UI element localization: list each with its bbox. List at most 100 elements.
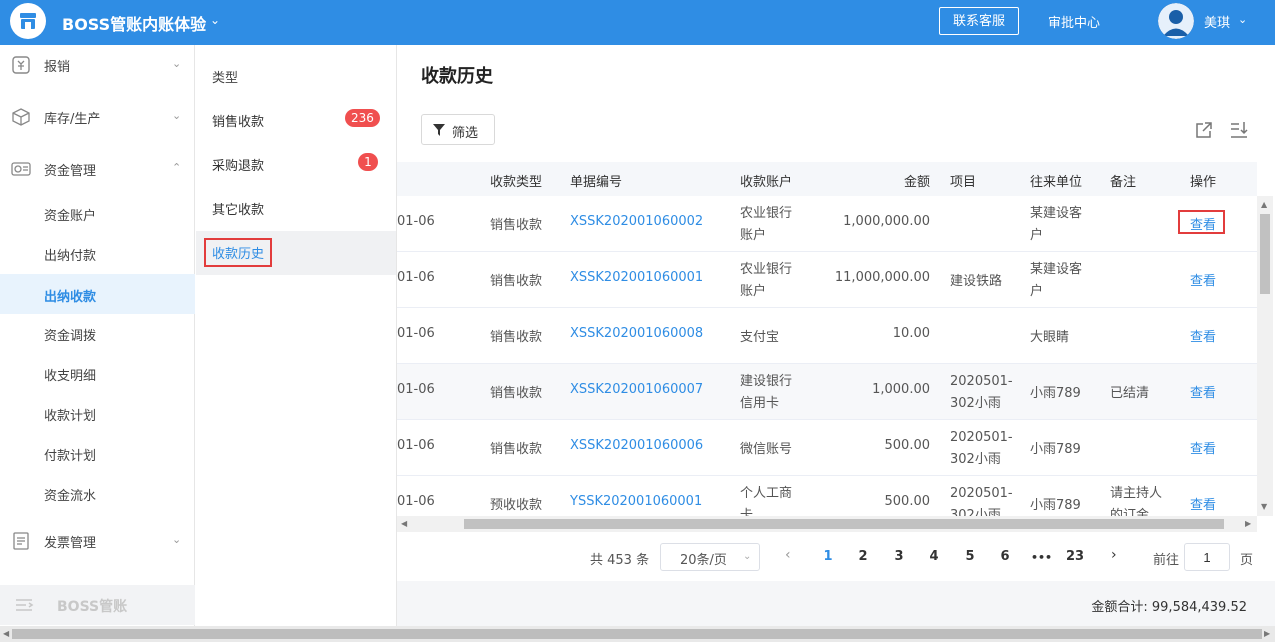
chevron-up-icon: ⌃ [172,161,182,174]
reimburse-icon [12,56,30,74]
filter-button[interactable]: 筛选 [421,114,495,145]
total-count: 共 453 条 [590,553,650,568]
cell-partner: 小雨789 [1030,498,1081,513]
sidebar-item-label: 收款计划 [44,409,97,424]
chevron-down-icon[interactable]: ⌄ [210,13,220,27]
sidebar-footer[interactable]: BOSS管账 [0,585,195,625]
cell-amount: 500.00 [884,438,931,453]
app-logo[interactable] [10,3,46,39]
scroll-right-icon[interactable]: ▶ [1245,519,1251,528]
view-link[interactable]: 查看 [1190,214,1216,233]
scroll-up-icon[interactable]: ▲ [1261,200,1267,209]
page-button[interactable]: 4 [924,549,944,564]
sidebar-sub-fund-account[interactable]: 资金账户 [0,193,195,233]
table-row[interactable]: 01-06 预收收款 YSSK202001060001 个人工商卡 500.00… [397,476,1259,516]
app-title[interactable]: BOSS管账内账体验 [62,11,206,35]
sidebar-sub-fund-flow[interactable]: 资金流水 [0,473,195,513]
page-button[interactable]: 5 [960,549,980,564]
type-item-label: 销售收款 [212,115,265,130]
page-button[interactable]: 2 [853,549,873,564]
table-row[interactable]: 01-06 销售收款 XSSK202001060006 微信账号 500.00 … [397,420,1259,476]
approval-center-link[interactable]: 审批中心 [1048,12,1100,31]
contact-support-button[interactable]: 联系客服 [939,7,1019,35]
scroll-right-icon[interactable]: ▶ [1264,629,1270,638]
doc-number-link[interactable]: XSSK202001060008 [570,326,703,341]
column-header: 往来单位 [1030,175,1083,190]
type-item-sales-receipt[interactable]: 销售收款 236 [196,97,396,141]
sidebar-item-label: 发票管理 [44,536,97,551]
page-button[interactable]: 6 [995,549,1015,564]
sidebar-item-label: 库存/生产 [44,112,101,127]
cell-amount: 11,000,000.00 [834,270,930,285]
cell-type: 销售收款 [490,442,543,457]
doc-number-link[interactable]: XSSK202001060007 [570,382,703,397]
view-link[interactable]: 查看 [1190,494,1216,513]
sidebar-sub-income-expense[interactable]: 收支明细 [0,353,195,393]
view-link[interactable]: 查看 [1190,438,1216,457]
sidebar-sub-receipt-plan[interactable]: 收款计划 [0,393,195,433]
type-item-purchase-refund[interactable]: 采购退款 1 [196,141,396,185]
cell-partner: 小雨789 [1030,386,1081,401]
chevron-down-icon: ⌄ [743,551,752,562]
view-link[interactable]: 查看 [1190,326,1216,345]
table-row[interactable]: 01-06 销售收款 XSSK202001060008 支付宝 10.00 大眼… [397,308,1259,364]
sidebar-item-funds[interactable]: 资金管理 ⌃ [0,149,195,189]
goto-page-input[interactable] [1184,543,1230,571]
view-link[interactable]: 查看 [1190,270,1216,289]
sidebar-item-inventory[interactable]: 库存/生产 ⌄ [0,97,195,137]
doc-number-link[interactable]: YSSK202001060001 [570,494,702,509]
more-pages-button[interactable]: ••• [1031,551,1052,564]
sidebar-item-label: 收支明细 [44,369,97,384]
scrollbar-thumb[interactable] [12,629,1262,639]
page-horizontal-scrollbar[interactable]: ◀ ▶ [0,626,1275,642]
sort-icon[interactable] [1229,120,1249,140]
table-body: 01-06 销售收款 XSSK202001060002 农业银行账户 1,000… [397,196,1259,516]
scroll-left-icon[interactable]: ◀ [3,629,9,638]
scrollbar-thumb[interactable] [1260,214,1270,294]
page-size-select[interactable]: 20条/页 ⌄ [660,543,760,571]
filter-label: 筛选 [452,125,479,140]
view-link[interactable]: 查看 [1190,382,1216,401]
column-header: 收款类型 [490,175,543,190]
page-title: 收款历史 [421,66,493,87]
user-name[interactable]: 美琪 [1204,12,1230,31]
table-row[interactable]: 01-06 销售收款 XSSK202001060002 农业银行账户 1,000… [397,196,1259,252]
type-item-label: 其它收款 [212,203,265,218]
table-row[interactable]: 01-06 销售收款 XSSK202001060001 农业银行账户 11,00… [397,252,1259,308]
type-item-receipt-history[interactable]: 收款历史 [196,231,396,275]
sidebar-sub-cashier-payment[interactable]: 出纳付款 [0,233,195,273]
cell-amount: 1,000,000.00 [843,214,930,229]
doc-number-link[interactable]: XSSK202001060001 [570,270,703,285]
column-header: 备注 [1110,175,1137,190]
cell-account: 个人工商卡 [740,486,793,516]
sidebar-item-reimburse[interactable]: 报销 ⌄ [0,45,195,85]
sidebar-item-label: 资金调拨 [44,329,97,344]
column-header: 项目 [950,175,977,190]
cell-amount: 1,000.00 [872,382,930,397]
sidebar-sub-fund-transfer[interactable]: 资金调拨 [0,313,195,353]
scroll-left-icon[interactable]: ◀ [401,519,407,528]
table-row[interactable]: 01-06 销售收款 XSSK202001060007 建设银行信用卡 1,00… [397,364,1259,420]
sidebar-item-invoice[interactable]: 发票管理 ⌄ [0,521,195,561]
chevron-down-icon[interactable]: ⌄ [1238,13,1247,26]
export-icon[interactable] [1194,120,1214,140]
funds-icon [11,162,31,176]
amount-total-label: 金额合计: [1091,600,1148,615]
scrollbar-thumb[interactable] [464,519,1224,529]
sidebar-sub-cashier-receipt[interactable]: 出纳收款 [0,274,195,314]
sidebar-sub-payment-plan[interactable]: 付款计划 [0,433,195,473]
column-header: 操作 [1190,175,1217,190]
avatar[interactable] [1158,3,1194,39]
table-vertical-scrollbar[interactable]: ▲ ▼ [1257,196,1273,516]
next-page-icon[interactable]: › [1111,547,1117,563]
type-item-other-receipt[interactable]: 其它收款 [196,185,396,229]
summary-bar: 金额合计: 99,584,439.52 [397,581,1275,626]
doc-number-link[interactable]: XSSK202001060006 [570,438,703,453]
page-button[interactable]: 23 [1065,549,1085,564]
prev-page-icon[interactable]: ‹ [785,547,791,563]
page-button[interactable]: 3 [889,549,909,564]
table-horizontal-scrollbar[interactable]: ◀ ▶ [397,516,1257,532]
page-button[interactable]: 1 [818,549,838,564]
scroll-down-icon[interactable]: ▼ [1261,502,1267,511]
doc-number-link[interactable]: XSSK202001060002 [570,214,703,229]
